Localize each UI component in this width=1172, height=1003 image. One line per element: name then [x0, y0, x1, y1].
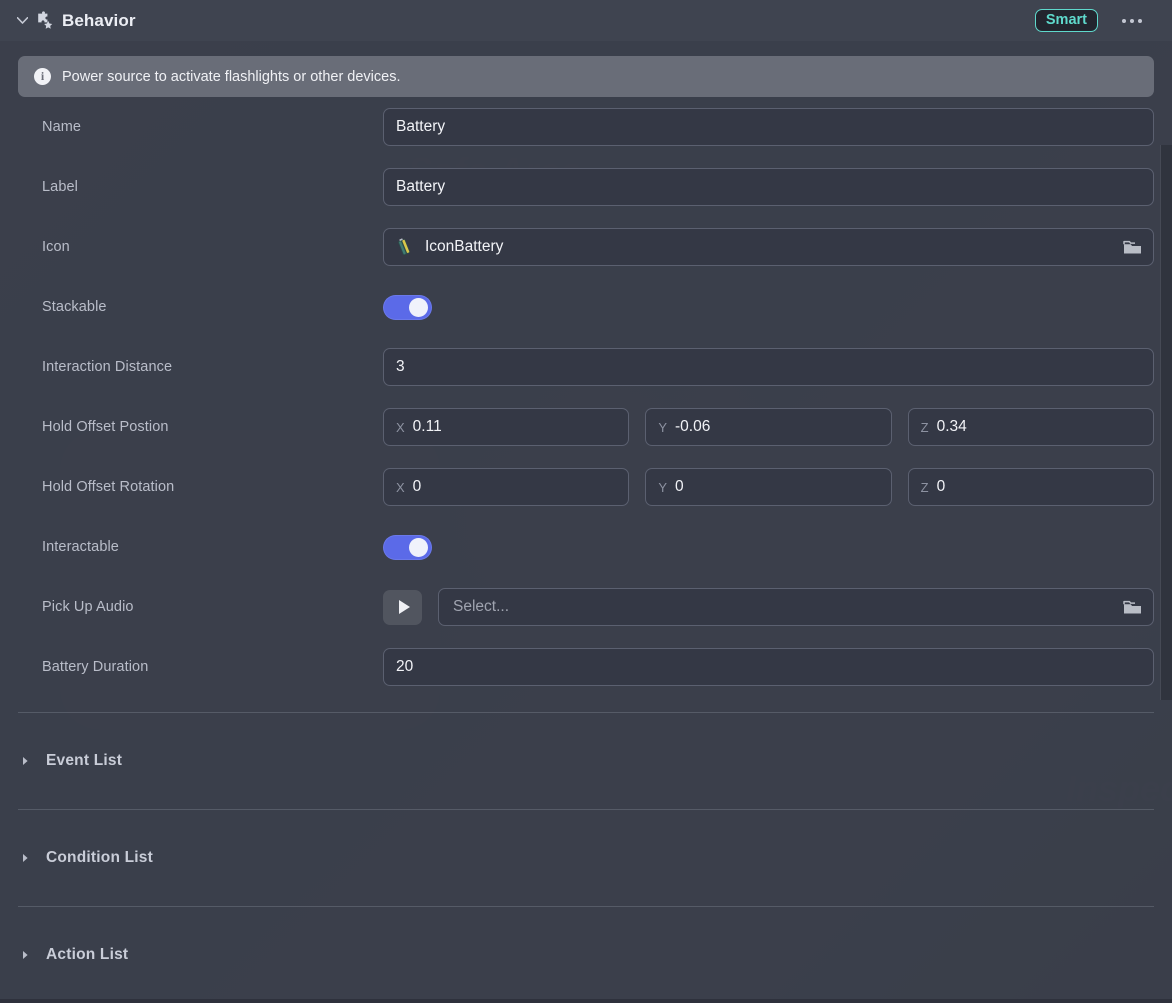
panel-scrollbar-track[interactable] [1160, 145, 1172, 700]
smart-badge[interactable]: Smart [1035, 9, 1098, 33]
hold-offset-rotation-z-value: 0 [937, 478, 946, 496]
interactable-toggle[interactable] [383, 535, 432, 560]
icon-picker[interactable]: IconBattery [383, 228, 1154, 266]
label-input[interactable]: Battery [383, 168, 1154, 206]
pick-up-audio-input[interactable]: Select... [438, 588, 1154, 626]
battery-thumbnail-icon [392, 235, 416, 259]
row-name: Name Battery [0, 97, 1154, 157]
toggle-knob [409, 298, 428, 317]
hold-offset-position-z-value: 0.34 [937, 418, 967, 436]
icon-control: IconBattery [383, 228, 1154, 266]
row-interactable: Interactable [0, 517, 1154, 577]
icon-value: IconBattery [425, 238, 1121, 256]
play-icon[interactable] [383, 590, 422, 625]
name-control: Battery [383, 108, 1154, 146]
row-icon: Icon IconBattery [0, 217, 1154, 277]
axis-tag-z: Z [921, 480, 929, 495]
interaction-distance-label: Interaction Distance [42, 359, 383, 375]
row-label-field: Label Battery [0, 157, 1154, 217]
label-value: Battery [396, 178, 445, 196]
axis-tag-x: X [396, 420, 405, 435]
battery-duration-label: Battery Duration [42, 659, 383, 675]
section-condition-list[interactable]: Condition List [0, 810, 1172, 906]
behavior-form: Name Battery Label Battery Icon [0, 97, 1172, 697]
name-input[interactable]: Battery [383, 108, 1154, 146]
play-triangle [399, 600, 410, 614]
hold-offset-rotation-z-input[interactable]: Z 0 [908, 468, 1154, 506]
puzzle-star-icon [34, 11, 54, 31]
name-value: Battery [396, 118, 445, 136]
axis-tag-x: X [396, 480, 405, 495]
row-hold-offset-rotation: Hold Offset Rotation X 0 Y 0 Z 0 [0, 457, 1154, 517]
axis-tag-y: Y [658, 480, 667, 495]
interaction-distance-input[interactable]: 3 [383, 348, 1154, 386]
hold-offset-rotation-x-value: 0 [413, 478, 422, 496]
hold-offset-position-y-value: -0.06 [675, 418, 710, 436]
row-pick-up-audio: Pick Up Audio Select... [0, 577, 1154, 637]
chevron-right-icon[interactable] [18, 948, 32, 962]
folder-icon[interactable] [1121, 237, 1143, 257]
icon-label: Icon [42, 239, 383, 255]
stackable-control [383, 295, 1154, 320]
chevron-right-icon[interactable] [18, 851, 32, 865]
row-stackable: Stackable [0, 277, 1154, 337]
interactable-label: Interactable [42, 539, 383, 555]
row-battery-duration: Battery Duration 20 [0, 637, 1154, 697]
interaction-distance-value: 3 [396, 358, 405, 376]
hold-offset-rotation-x-input[interactable]: X 0 [383, 468, 629, 506]
info-banner: i Power source to activate flashlights o… [18, 56, 1154, 97]
hold-offset-position-x-value: 0.11 [413, 418, 442, 436]
hold-offset-rotation-y-input[interactable]: Y 0 [645, 468, 891, 506]
pick-up-audio-control: Select... [383, 588, 1154, 626]
more-options-icon[interactable] [1118, 13, 1146, 29]
info-circle-icon: i [34, 68, 51, 85]
label-control: Battery [383, 168, 1154, 206]
folder-icon[interactable] [1121, 597, 1143, 617]
battery-duration-value: 20 [396, 658, 413, 676]
name-label: Name [42, 119, 383, 135]
hold-offset-position-x-input[interactable]: X 0.11 [383, 408, 629, 446]
label-label: Label [42, 179, 383, 195]
info-banner-text: Power source to activate flashlights or … [62, 69, 401, 85]
section-title: Event List [46, 752, 122, 770]
section-action-list[interactable]: Action List [0, 907, 1172, 1003]
hold-offset-rotation-control: X 0 Y 0 Z 0 [383, 468, 1154, 506]
hold-offset-position-label: Hold Offset Postion [42, 419, 383, 435]
component-header: Behavior Smart [0, 0, 1172, 41]
row-interaction-distance: Interaction Distance 3 [0, 337, 1154, 397]
section-event-list[interactable]: Event List [0, 713, 1172, 809]
section-title: Condition List [46, 849, 153, 867]
hold-offset-position-y-input[interactable]: Y -0.06 [645, 408, 891, 446]
interactable-control [383, 535, 1154, 560]
stackable-toggle[interactable] [383, 295, 432, 320]
battery-duration-control: 20 [383, 648, 1154, 686]
toggle-knob [409, 538, 428, 557]
axis-tag-z: Z [921, 420, 929, 435]
hold-offset-position-z-input[interactable]: Z 0.34 [908, 408, 1154, 446]
hold-offset-rotation-y-value: 0 [675, 478, 684, 496]
hold-offset-rotation-label: Hold Offset Rotation [42, 479, 383, 495]
page-title: Behavior [62, 11, 136, 31]
behavior-inspector-panel: Behavior Smart i Power source to activat… [0, 0, 1172, 999]
chevron-right-icon[interactable] [18, 754, 32, 768]
axis-tag-y: Y [658, 420, 667, 435]
row-hold-offset-position: Hold Offset Postion X 0.11 Y -0.06 Z 0.3… [0, 397, 1154, 457]
hold-offset-position-control: X 0.11 Y -0.06 Z 0.34 [383, 408, 1154, 446]
section-title: Action List [46, 946, 128, 964]
battery-duration-input[interactable]: 20 [383, 648, 1154, 686]
interaction-distance-control: 3 [383, 348, 1154, 386]
pick-up-audio-label: Pick Up Audio [42, 599, 383, 615]
stackable-label: Stackable [42, 299, 383, 315]
chevron-down-icon[interactable] [14, 13, 30, 29]
pick-up-audio-placeholder: Select... [453, 598, 1121, 616]
